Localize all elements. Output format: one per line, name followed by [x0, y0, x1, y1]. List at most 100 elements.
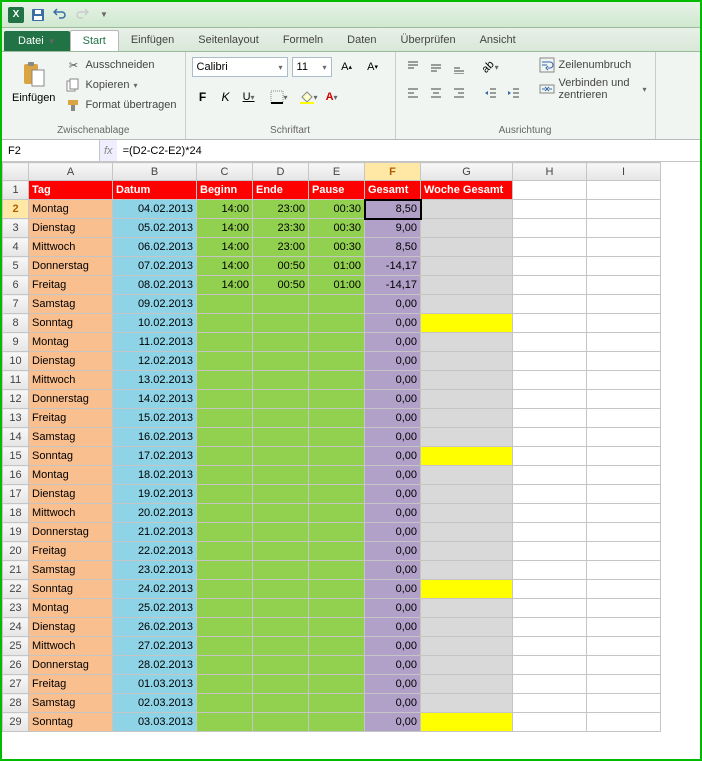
cell[interactable] [587, 694, 661, 713]
cell[interactable] [513, 333, 587, 352]
cell-woche[interactable] [421, 485, 513, 504]
align-left-icon[interactable] [402, 82, 424, 104]
cell[interactable] [513, 504, 587, 523]
cell-datum[interactable]: 11.02.2013 [113, 333, 197, 352]
cell-beginn[interactable] [197, 447, 253, 466]
cell-ende[interactable] [253, 561, 309, 580]
cell-datum[interactable]: 25.02.2013 [113, 599, 197, 618]
cell-gesamt[interactable]: 0,00 [365, 295, 421, 314]
cell-tag[interactable]: Samstag [29, 694, 113, 713]
wrap-text-button[interactable]: Zeilenumbruch [537, 56, 649, 74]
row-header-21[interactable]: 21 [3, 561, 29, 580]
cell-woche[interactable] [421, 675, 513, 694]
cell-ende[interactable] [253, 314, 309, 333]
cell[interactable] [513, 276, 587, 295]
cell-ende[interactable]: 23:30 [253, 219, 309, 238]
row-header-14[interactable]: 14 [3, 428, 29, 447]
bold-button[interactable]: F [192, 86, 214, 108]
tab-file[interactable]: Datei▼ [4, 31, 70, 51]
cell-datum[interactable]: 24.02.2013 [113, 580, 197, 599]
cell-beginn[interactable] [197, 618, 253, 637]
cell[interactable] [587, 295, 661, 314]
cell-tag[interactable]: Dienstag [29, 485, 113, 504]
cell-woche[interactable] [421, 238, 513, 257]
cell-pause[interactable] [309, 694, 365, 713]
header-cell[interactable]: Pause [309, 181, 365, 200]
cell-pause[interactable]: 00:30 [309, 219, 365, 238]
cell-pause[interactable] [309, 295, 365, 314]
cell-datum[interactable]: 16.02.2013 [113, 428, 197, 447]
cell[interactable] [587, 447, 661, 466]
redo-icon[interactable] [72, 5, 92, 25]
cell-datum[interactable]: 05.02.2013 [113, 219, 197, 238]
cell-woche[interactable] [421, 409, 513, 428]
cell[interactable] [587, 276, 661, 295]
row-header-17[interactable]: 17 [3, 485, 29, 504]
cell-datum[interactable]: 08.02.2013 [113, 276, 197, 295]
cell[interactable] [513, 371, 587, 390]
cell-pause[interactable] [309, 390, 365, 409]
cell-datum[interactable]: 28.02.2013 [113, 656, 197, 675]
row-header-20[interactable]: 20 [3, 542, 29, 561]
cell-pause[interactable] [309, 675, 365, 694]
cell[interactable] [587, 637, 661, 656]
cell-beginn[interactable] [197, 580, 253, 599]
cell[interactable] [513, 295, 587, 314]
row-header-4[interactable]: 4 [3, 238, 29, 257]
cell-pause[interactable] [309, 656, 365, 675]
col-header-A[interactable]: A [29, 163, 113, 181]
row-header-13[interactable]: 13 [3, 409, 29, 428]
cell-woche[interactable] [421, 295, 513, 314]
cell-gesamt[interactable]: 0,00 [365, 618, 421, 637]
qat-dropdown-icon[interactable]: ▼ [94, 5, 114, 25]
cell-tag[interactable]: Montag [29, 599, 113, 618]
cell[interactable] [513, 314, 587, 333]
tab-formeln[interactable]: Formeln [271, 30, 335, 51]
cell-pause[interactable] [309, 447, 365, 466]
cell-woche[interactable] [421, 504, 513, 523]
cell-beginn[interactable] [197, 314, 253, 333]
cell-ende[interactable]: 00:50 [253, 257, 309, 276]
format-painter-button[interactable]: Format übertragen [63, 96, 178, 114]
cell-datum[interactable]: 10.02.2013 [113, 314, 197, 333]
cell[interactable] [513, 637, 587, 656]
cell-datum[interactable]: 09.02.2013 [113, 295, 197, 314]
cell-tag[interactable]: Sonntag [29, 713, 113, 732]
cell-datum[interactable]: 27.02.2013 [113, 637, 197, 656]
col-header-I[interactable]: I [587, 163, 661, 181]
cell-gesamt[interactable]: 0,00 [365, 466, 421, 485]
row-header-12[interactable]: 12 [3, 390, 29, 409]
cell[interactable] [513, 390, 587, 409]
cell-datum[interactable]: 19.02.2013 [113, 485, 197, 504]
cell-beginn[interactable] [197, 542, 253, 561]
cell-datum[interactable]: 17.02.2013 [113, 447, 197, 466]
cell-beginn[interactable] [197, 409, 253, 428]
col-header-E[interactable]: E [309, 163, 365, 181]
name-box[interactable]: F2 [2, 140, 100, 161]
cell-woche[interactable] [421, 390, 513, 409]
cell[interactable] [513, 580, 587, 599]
cell-tag[interactable]: Mittwoch [29, 637, 113, 656]
cell-pause[interactable] [309, 428, 365, 447]
row-header-6[interactable]: 6 [3, 276, 29, 295]
cell[interactable] [513, 675, 587, 694]
header-cell[interactable]: Gesamt [365, 181, 421, 200]
cell[interactable] [513, 238, 587, 257]
cell-datum[interactable]: 18.02.2013 [113, 466, 197, 485]
font-color-button[interactable]: A▾ [321, 86, 343, 108]
cell-pause[interactable] [309, 580, 365, 599]
save-icon[interactable] [28, 5, 48, 25]
cell[interactable] [587, 713, 661, 732]
col-header-G[interactable]: G [421, 163, 513, 181]
cell-beginn[interactable] [197, 656, 253, 675]
cell-gesamt[interactable]: 8,50 [365, 238, 421, 257]
fx-icon[interactable]: fx [104, 145, 113, 157]
cell-pause[interactable] [309, 504, 365, 523]
col-header-B[interactable]: B [113, 163, 197, 181]
cell-woche[interactable] [421, 580, 513, 599]
cell-woche[interactable] [421, 599, 513, 618]
border-button[interactable]: ▾ [268, 86, 290, 108]
cell[interactable] [513, 200, 587, 219]
cell-gesamt[interactable]: 0,00 [365, 314, 421, 333]
cell-gesamt[interactable]: -14,17 [365, 276, 421, 295]
